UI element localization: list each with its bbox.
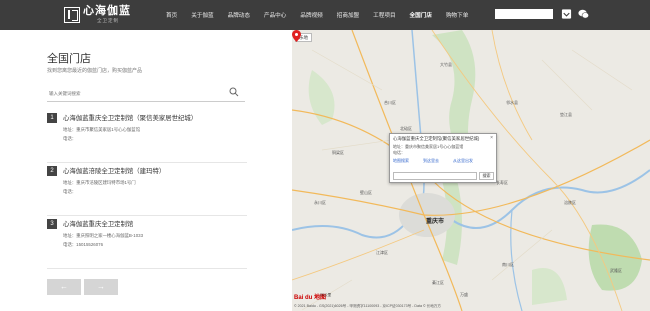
page-title: 全国门店 bbox=[47, 53, 91, 65]
store-index-badge: 3 bbox=[47, 219, 57, 229]
map-place-label: 武隆区 bbox=[610, 268, 622, 273]
store-address: 地址：重庆市涪陵区建玛特市场1号门 bbox=[63, 180, 136, 185]
store-phone: 电话：15015526076 bbox=[63, 242, 104, 247]
next-page-button[interactable]: → bbox=[84, 279, 118, 295]
map-place-label: 綦江区 bbox=[432, 280, 444, 285]
info-window-phone: 电话： bbox=[393, 150, 405, 155]
logo-tagline: 全卫定制 bbox=[97, 18, 119, 24]
nav-stores[interactable]: 全国门店 bbox=[410, 11, 432, 19]
nav-news[interactable]: 品牌动态 bbox=[228, 11, 250, 19]
route-to-link[interactable]: 到这里去 bbox=[423, 158, 439, 164]
store-info-window: 心海伽蓝重庆全卫定制馆(聚信美家居世纪城) × 地址：重庆市聚信美家居1号心心伽… bbox=[389, 133, 497, 183]
store-item[interactable]: 2 心海伽蓝涪陵全卫定制馆（建玛特） 地址：重庆市涪陵区建玛特市场1号门 电话： bbox=[47, 163, 247, 216]
store-item[interactable]: 3 心海伽蓝重庆全卫定制馆 地址：重庆照明之家一楼心海伽蓝B-1033 电话：1… bbox=[47, 216, 247, 269]
store-phone: 电话： bbox=[63, 189, 77, 194]
logo-mark-icon bbox=[64, 7, 80, 23]
nav-about[interactable]: 关于伽蓝 bbox=[191, 11, 213, 19]
close-icon[interactable]: × bbox=[490, 135, 493, 141]
pagination: ← → bbox=[47, 279, 118, 295]
main-nav: 首页 关于伽蓝 品牌动态 产品中心 品牌视频 招商加盟 工程项目 全国门店 购物… bbox=[166, 0, 482, 30]
map-place-label: 北碚区 bbox=[400, 126, 412, 131]
store-index-badge: 1 bbox=[47, 113, 57, 123]
page-description: 找到您离您最近的伽蓝门店，购买伽蓝产品 bbox=[47, 68, 143, 74]
nav-products[interactable]: 产品中心 bbox=[264, 11, 286, 19]
store-search-input[interactable] bbox=[49, 88, 219, 98]
store-search bbox=[47, 84, 245, 102]
map-place-label: 南川区 bbox=[502, 262, 514, 267]
map-scale: 20公里 bbox=[320, 293, 332, 297]
header-search-input[interactable] bbox=[495, 9, 553, 19]
route-from-link[interactable]: 从这里出发 bbox=[453, 158, 473, 164]
info-window-search-input[interactable] bbox=[393, 172, 477, 180]
nav-videos[interactable]: 品牌视频 bbox=[300, 11, 322, 19]
map-place-label: 江津区 bbox=[376, 250, 388, 255]
store-phone: 电话： bbox=[63, 136, 77, 141]
location-pin-icon[interactable] bbox=[292, 30, 301, 42]
logo-name: 心海伽蓝 bbox=[83, 5, 131, 18]
info-window-title: 心海伽蓝重庆全卫定制馆(聚信美家居世纪城) bbox=[393, 136, 480, 141]
prev-page-button[interactable]: ← bbox=[47, 279, 81, 295]
nav-shop[interactable]: 购物下单 bbox=[446, 11, 468, 19]
store-address: 地址：重庆市聚信美家居1号心心伽蓝馆 bbox=[63, 127, 141, 132]
map-place-label: 垫江县 bbox=[560, 112, 572, 117]
map-place-label: 长寿区 bbox=[496, 180, 508, 185]
city-label: 重庆市 bbox=[426, 219, 445, 225]
map-place-label: 铜梁区 bbox=[332, 150, 344, 155]
cart-icon[interactable] bbox=[561, 8, 572, 20]
map-place-label: 合川区 bbox=[384, 100, 396, 105]
store-name[interactable]: 心海伽蓝重庆全卫定制馆（聚信美家居世纪城） bbox=[63, 113, 197, 122]
wechat-icon[interactable] bbox=[578, 8, 589, 20]
map-place-label: 永川区 bbox=[314, 200, 326, 205]
store-map[interactable]: 乐地 大竹县 邻水县 合川区 北碚区 长寿区 涪陵区 江津区 永川区 綦江区 南… bbox=[292, 30, 650, 311]
brand-logo[interactable]: 心海伽蓝 全卫定制 bbox=[64, 4, 131, 26]
nav-projects[interactable]: 工程项目 bbox=[373, 11, 395, 19]
map-search-link[interactable]: 地图搜索 bbox=[393, 158, 409, 164]
map-place-label: 涪陵区 bbox=[564, 200, 576, 205]
nav-franchise[interactable]: 招商加盟 bbox=[337, 11, 359, 19]
map-copyright: © 2021 Baidu - GS(2021)6026号 - 甲测资字11100… bbox=[294, 304, 441, 308]
store-item[interactable]: 1 心海伽蓝重庆全卫定制馆（聚信美家居世纪城） 地址：重庆市聚信美家居1号心心伽… bbox=[47, 110, 247, 163]
info-window-search-button[interactable]: 搜索 bbox=[479, 172, 494, 180]
info-window-actions: 地图搜索 到这里去 从这里出发 bbox=[393, 158, 487, 164]
search-icon[interactable] bbox=[229, 87, 239, 97]
store-list: 1 心海伽蓝重庆全卫定制馆（聚信美家居世纪城） 地址：重庆市聚信美家居1号心心伽… bbox=[47, 110, 247, 269]
map-place-label: 壁山区 bbox=[360, 190, 372, 195]
map-place-label: 万盛 bbox=[460, 292, 468, 297]
store-list-panel: 全国门店 找到您离您最近的伽蓝门店，购买伽蓝产品 1 心海伽蓝重庆全卫定制馆（聚… bbox=[0, 30, 292, 311]
nav-home[interactable]: 首页 bbox=[166, 11, 177, 19]
store-name[interactable]: 心海伽蓝重庆全卫定制馆 bbox=[63, 219, 133, 228]
store-name[interactable]: 心海伽蓝涪陵全卫定制馆（建玛特） bbox=[63, 166, 165, 175]
map-place-label: 邻水县 bbox=[506, 100, 518, 105]
top-nav-bar: 心海伽蓝 全卫定制 首页 关于伽蓝 品牌动态 产品中心 品牌视频 招商加盟 工程… bbox=[0, 0, 650, 30]
store-index-badge: 2 bbox=[47, 166, 57, 176]
map-place-label: 大竹县 bbox=[440, 62, 452, 67]
store-address: 地址：重庆照明之家一楼心海伽蓝B-1033 bbox=[63, 233, 144, 238]
